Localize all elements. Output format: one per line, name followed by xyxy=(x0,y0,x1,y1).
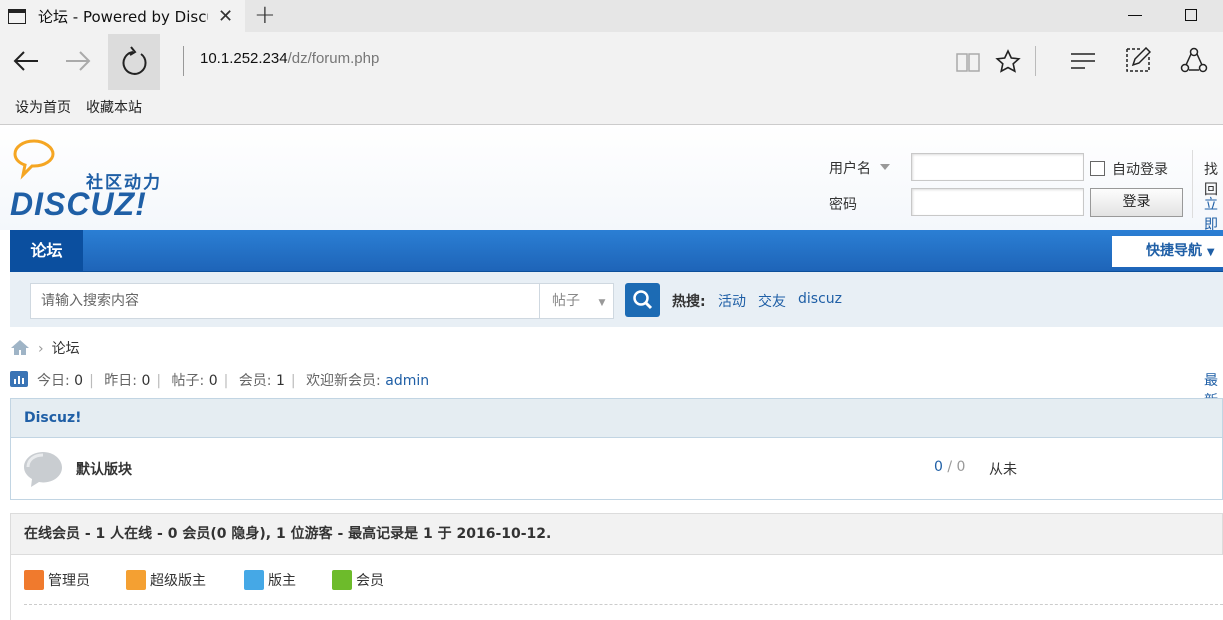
favorites-bar xyxy=(0,92,1223,125)
refresh-icon xyxy=(122,46,147,75)
toolbar-separator xyxy=(1035,46,1036,76)
find-password-link[interactable]: 找回 xyxy=(1204,159,1223,199)
yesterday-label: 昨日: xyxy=(104,373,137,389)
reading-view-icon[interactable] xyxy=(955,50,981,74)
web-note-icon[interactable] xyxy=(1125,47,1151,73)
forward-arrow-icon xyxy=(66,51,91,71)
page-icon xyxy=(8,8,26,24)
forward-button[interactable] xyxy=(52,32,104,90)
super-moderator-user-icon xyxy=(126,570,146,590)
today-label: 今日: xyxy=(37,373,70,389)
refresh-button[interactable] xyxy=(108,34,160,90)
admin-user-icon xyxy=(24,570,44,590)
search-type-select[interactable]: 帖子 ▼ xyxy=(540,283,614,319)
browser-tab[interactable]: 论坛 - Powered by Discuz! ✕ xyxy=(0,0,245,32)
chevron-down-icon: ▼ xyxy=(598,298,606,308)
legend-admin-label: 管理员 xyxy=(48,573,90,589)
today-count: 0 xyxy=(74,373,84,389)
search-type-label: 帖子 xyxy=(552,293,580,309)
chevron-right-icon: › xyxy=(38,341,44,357)
register-link[interactable]: 立即 xyxy=(1204,194,1223,234)
username-input[interactable] xyxy=(911,153,1084,181)
forum-row xyxy=(10,438,1223,500)
quick-nav-button[interactable]: 快捷导航 ▼ xyxy=(1112,236,1223,267)
forum-threads: 0 xyxy=(934,459,943,475)
back-arrow-icon xyxy=(13,51,38,71)
legend-member: 会员 xyxy=(332,570,384,590)
quick-nav-label: 快捷导航 xyxy=(1146,243,1202,259)
category-header[interactable]: Discuz! xyxy=(10,398,1223,438)
forum-posts: 0 xyxy=(956,459,966,475)
new-tab-button[interactable]: + xyxy=(254,0,276,32)
search-button[interactable] xyxy=(625,283,660,317)
chevron-down-icon[interactable] xyxy=(880,164,890,170)
address-path: /dz/forum.php xyxy=(287,50,380,67)
legend-moderator-label: 版主 xyxy=(268,573,296,589)
login-divider xyxy=(1192,150,1193,218)
main-nav-bar xyxy=(10,230,1223,272)
welcome-label: 欢迎新会员: xyxy=(306,373,381,389)
username-label: 用户名 xyxy=(829,161,871,177)
search-input[interactable]: 请输入搜索内容 xyxy=(30,283,540,319)
posts-label: 帖子: xyxy=(171,373,205,389)
auto-login-label: 自动登录 xyxy=(1112,162,1168,178)
address-bar[interactable]: 10.1.252.234/dz/forum.php xyxy=(200,50,379,67)
close-tab-icon[interactable]: ✕ xyxy=(218,6,233,27)
forum-counts: 0 / 0 xyxy=(934,459,966,475)
chevron-down-icon: ▼ xyxy=(1206,247,1215,258)
online-summary[interactable]: 在线会员 - 1 人在线 - 0 会员(0 隐身), 1 位游客 - 最高记录是… xyxy=(10,513,1223,555)
nav-item-forum[interactable]: 论坛 xyxy=(10,230,83,272)
legend-divider xyxy=(24,604,1223,605)
hot-term[interactable]: 交友 xyxy=(758,291,786,311)
posts-count: 0 xyxy=(208,373,218,389)
address-separator xyxy=(183,46,184,76)
hub-icon[interactable] xyxy=(1070,51,1096,71)
address-host: 10.1.252.234 xyxy=(200,50,288,67)
legend-moderator: 版主 xyxy=(244,570,296,590)
yesterday-count: 0 xyxy=(141,373,151,389)
hot-search-label: 热搜: xyxy=(672,294,706,310)
fav-bookmark-site[interactable]: 收藏本站 xyxy=(86,97,142,117)
moderator-user-icon xyxy=(244,570,264,590)
search-icon xyxy=(633,290,653,310)
breadcrumb-current: 论坛 xyxy=(51,341,80,357)
login-button[interactable]: 登录 xyxy=(1090,188,1183,217)
minimize-button[interactable] xyxy=(1128,15,1142,16)
password-input[interactable] xyxy=(911,188,1084,216)
breadcrumb: › 论坛 xyxy=(10,338,80,358)
share-icon[interactable] xyxy=(1180,47,1208,75)
members-label: 会员: xyxy=(238,373,272,389)
speech-bubble-logo-icon xyxy=(13,139,55,180)
hot-term[interactable]: 活动 xyxy=(718,291,746,311)
fav-set-homepage[interactable]: 设为首页 xyxy=(15,97,71,117)
member-user-icon xyxy=(332,570,352,590)
legend-admin: 管理员 xyxy=(24,570,90,590)
members-count: 1 xyxy=(275,373,285,389)
forum-name-link[interactable]: 默认版块 xyxy=(76,459,132,479)
favorite-star-icon[interactable] xyxy=(995,49,1021,75)
legend-member-label: 会员 xyxy=(356,573,384,589)
forum-bubble-icon xyxy=(24,452,62,487)
newest-member-link[interactable]: admin xyxy=(385,373,429,389)
forum-last-post: 从未 xyxy=(989,462,1017,478)
hot-term[interactable]: discuz xyxy=(798,291,842,307)
legend-super-moderator: 超级版主 xyxy=(126,570,206,590)
back-button[interactable] xyxy=(0,32,52,90)
password-label: 密码 xyxy=(829,197,857,213)
legend-super-moderator-label: 超级版主 xyxy=(150,573,206,589)
tab-title: 论坛 - Powered by Discuz! xyxy=(38,7,208,26)
maximize-button[interactable] xyxy=(1185,9,1197,21)
auto-login-checkbox[interactable] xyxy=(1090,161,1105,176)
forum-stats: 今日: 0 | 昨日: 0 | 帖子: 0 | 会员: 1 | 欢迎新会员: admin xyxy=(37,373,430,389)
stats-chart-icon xyxy=(10,371,28,387)
logo-brand: DISCUZ! xyxy=(10,186,147,222)
